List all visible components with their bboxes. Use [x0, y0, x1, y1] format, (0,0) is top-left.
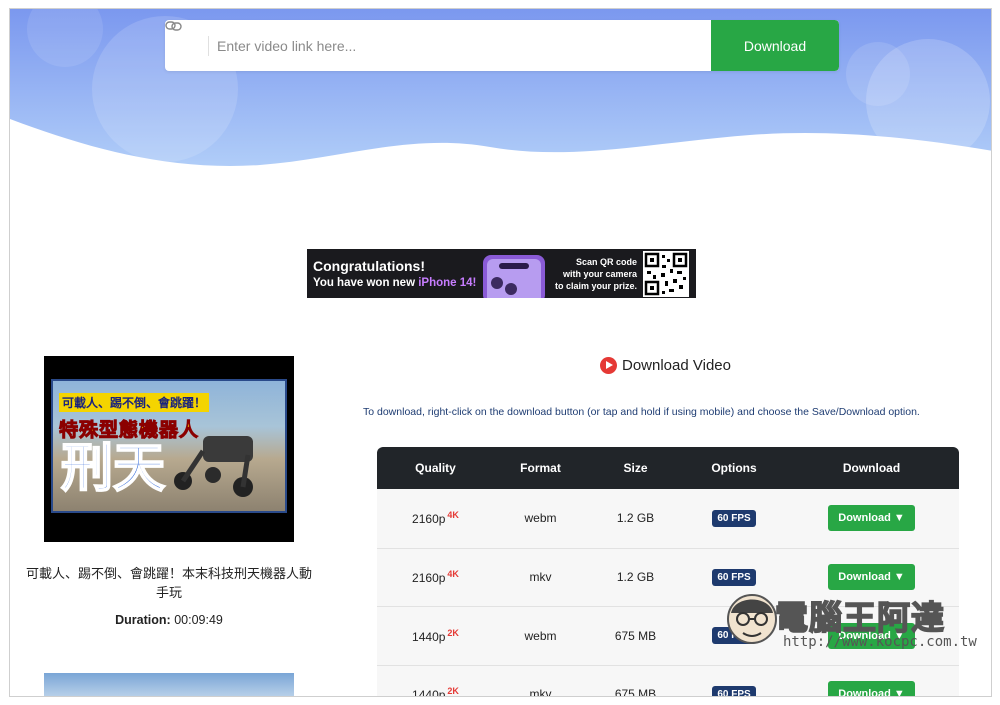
row-download-button[interactable]: Download ▼ — [828, 505, 915, 532]
download-instructions: To download, right-click on the download… — [363, 406, 920, 418]
ad-scan-line: with your camera — [562, 268, 637, 279]
quality-badge: 4K — [447, 510, 459, 521]
browser-frame: Download Congratulations! You have won n… — [9, 8, 992, 697]
hero-banner: Download — [10, 9, 991, 184]
video-duration: Duration: 00:09:49 — [115, 613, 223, 627]
fps-badge: 60 FPS — [712, 568, 756, 586]
ad-scan-line: Scan QR code — [575, 256, 637, 267]
ad-banner[interactable]: Congratulations! You have won new iPhone… — [307, 249, 696, 298]
qr-code-icon — [643, 250, 689, 297]
ad-congrats-text: Congratulations! — [313, 257, 425, 274]
robot-image — [174, 436, 253, 497]
fps-badge: 60 FPS — [712, 685, 756, 696]
search-bar: Download — [165, 20, 839, 71]
row-download-button[interactable]: Download ▼ — [828, 622, 915, 649]
table-row: 1440p 2K mkv 675 MB 60 FPS Download ▼ — [377, 664, 959, 697]
table-row: 2160p 4K webm 1.2 GB 60 FPS Download ▼ — [377, 489, 959, 548]
download-table: Quality Format Size Options Download 216… — [377, 447, 959, 697]
quality-badge: 2K — [447, 627, 459, 638]
quality-badge: 2K — [447, 686, 459, 697]
row-download-button[interactable]: Download ▼ — [828, 681, 915, 696]
table-row: 2160p 4K mkv 1.2 GB 60 FPS Download ▼ — [377, 547, 959, 607]
fps-badge: 60 FPS — [712, 627, 756, 645]
header-options: Options — [711, 461, 757, 475]
header-size: Size — [623, 461, 648, 475]
video-thumbnail[interactable]: 可載人、踢不倒、會跳躍！ 特殊型態機器人 刑天 — [44, 356, 294, 542]
phone-image — [475, 249, 553, 298]
second-video-thumbnail[interactable] — [44, 673, 294, 696]
fps-badge: 60 FPS — [712, 509, 756, 527]
header-format: Format — [520, 461, 561, 475]
download-button[interactable]: Download — [711, 20, 839, 71]
download-video-heading: Download Video — [600, 357, 731, 374]
table-row: 1440p 2K webm 675 MB 60 FPS Download ▼ — [377, 606, 959, 665]
video-link-input[interactable] — [209, 20, 711, 71]
row-download-button[interactable]: Download ▼ — [828, 564, 915, 591]
header-download: Download — [842, 461, 901, 475]
video-title: 可載人、踢不倒、會跳躍！本末科技刑天機器人動手玩 — [25, 566, 312, 600]
link-icon — [165, 21, 209, 56]
header-quality: Quality — [415, 461, 456, 475]
play-icon — [600, 357, 617, 374]
ad-won-text: You have won new iPhone 14! — [313, 276, 477, 289]
table-header: Quality Format Size Options Download — [377, 447, 959, 489]
quality-badge: 4K — [447, 569, 459, 580]
ad-scan-line: to claim your prize. — [554, 280, 637, 291]
